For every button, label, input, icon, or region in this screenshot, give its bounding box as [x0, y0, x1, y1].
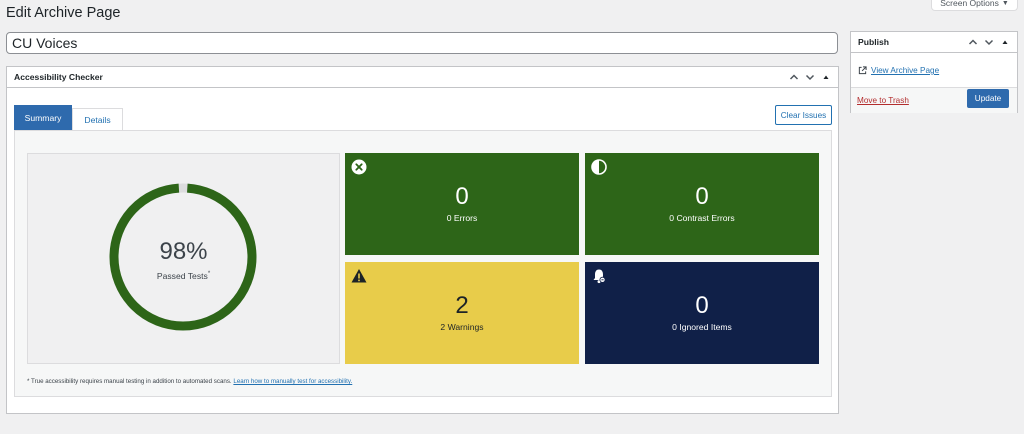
view-archive-page: View Archive Page — [858, 66, 939, 75]
move-up-button[interactable] — [787, 71, 800, 84]
screen-options-label: Screen Options — [940, 0, 999, 8]
publish-title: Publish — [858, 37, 890, 47]
page-title: Edit Archive Page — [6, 5, 121, 21]
score-label: Passed Tests* — [28, 271, 339, 281]
summary-panel: 98% Passed Tests* 0 0 Errors 0 0 Contras… — [14, 130, 832, 397]
footnote-marker: * — [207, 271, 211, 278]
triangle-up-icon — [1002, 40, 1007, 44]
clear-issues-button[interactable]: Clear Issues — [775, 105, 832, 125]
chevron-up-icon — [789, 74, 798, 80]
caret-down-icon: ▼ — [1001, 0, 1009, 7]
publish-collapse-toggle-button[interactable] — [998, 36, 1011, 49]
tab-summary[interactable]: Summary — [14, 105, 72, 130]
footnote-text: * True accessibility requires manual tes… — [27, 378, 232, 385]
chevron-down-icon — [984, 39, 993, 46]
external-link-icon — [858, 66, 867, 75]
warnings-label: 2 Warnings — [440, 322, 484, 332]
collapse-toggle-button[interactable] — [819, 71, 832, 84]
publish-header: Publish — [851, 32, 1017, 53]
bell-icon — [591, 268, 607, 284]
ignored-items-card: 0 0 Ignored Items — [585, 262, 819, 364]
warnings-count: 2 — [455, 292, 469, 319]
errors-label: 0 Errors — [446, 213, 478, 223]
contrast-errors-card: 0 0 Contrast Errors — [585, 153, 819, 255]
metabox-handle-actions — [787, 71, 832, 84]
update-button[interactable]: Update — [967, 89, 1009, 108]
score-percentage: 98% — [159, 238, 208, 265]
publish-move-up-button[interactable] — [966, 36, 979, 49]
accessibility-checker-metabox: Accessibility Checker Summary Details Cl… — [6, 66, 839, 414]
errors-card: 0 0 Errors — [345, 153, 579, 255]
move-down-button[interactable] — [803, 71, 816, 84]
contrast-icon — [591, 159, 607, 175]
publish-metabox: Publish View Archive Page Move to Trash … — [850, 31, 1018, 113]
errors-count: 0 — [455, 183, 469, 210]
warning-icon — [351, 268, 367, 284]
view-archive-page-link[interactable]: View Archive Page — [871, 66, 939, 75]
publish-actions: Move to Trash Update — [851, 87, 1017, 113]
passed-tests-card: 98% Passed Tests* — [27, 153, 340, 364]
contrast-errors-count: 0 — [695, 183, 709, 210]
chevron-down-icon — [805, 74, 814, 81]
manual-testing-link[interactable]: Learn how to manually test for accessibi… — [233, 378, 352, 385]
post-title-input[interactable] — [6, 32, 838, 54]
tab-details[interactable]: Details — [72, 108, 123, 130]
triangle-up-icon — [823, 75, 828, 79]
ignored-items-count: 0 — [695, 292, 709, 319]
screen-options-button[interactable]: Screen Options ▼ — [931, 0, 1018, 11]
contrast-errors-label: 0 Contrast Errors — [669, 213, 735, 223]
publish-handle-actions — [966, 36, 1011, 49]
metabox-title: Accessibility Checker — [14, 72, 103, 82]
x-circle-icon — [351, 159, 367, 175]
metabox-header: Accessibility Checker — [7, 67, 838, 88]
warnings-card: 2 2 Warnings — [345, 262, 579, 364]
ignored-items-label: 0 Ignored Items — [672, 322, 732, 332]
footnote: * True accessibility requires manual tes… — [27, 378, 352, 385]
publish-move-down-button[interactable] — [982, 36, 995, 49]
chevron-up-icon — [968, 39, 977, 45]
move-to-trash-link[interactable]: Move to Trash — [857, 96, 909, 105]
score-label-text: Passed Tests — [156, 271, 208, 281]
